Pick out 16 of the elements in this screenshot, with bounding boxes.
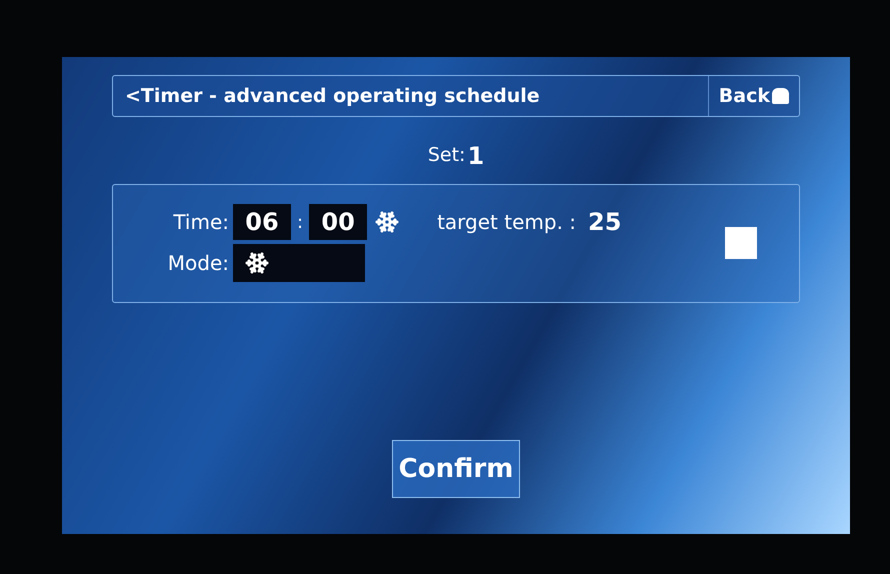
snowflake-icon (245, 251, 269, 275)
time-label: Time: (172, 209, 229, 236)
title-back-link[interactable]: <Timer - advanced operating schedule (113, 82, 708, 110)
set-number: 1 (467, 142, 484, 170)
minute-field[interactable]: 00 (309, 204, 368, 240)
confirm-button[interactable]: Confirm (392, 440, 520, 498)
back-button[interactable]: Back (708, 76, 799, 116)
target-temp-value: 25 (588, 207, 622, 238)
hour-field[interactable]: 06 (233, 204, 291, 240)
snowflake-icon (375, 210, 400, 234)
set-label: Set: (428, 143, 466, 168)
mode-label: Mode: (166, 250, 229, 277)
target-temp-label: target temp. : (437, 209, 576, 236)
time-separator: : (296, 210, 304, 234)
mode-field[interactable] (233, 244, 365, 282)
enable-checkbox[interactable] (725, 227, 757, 259)
